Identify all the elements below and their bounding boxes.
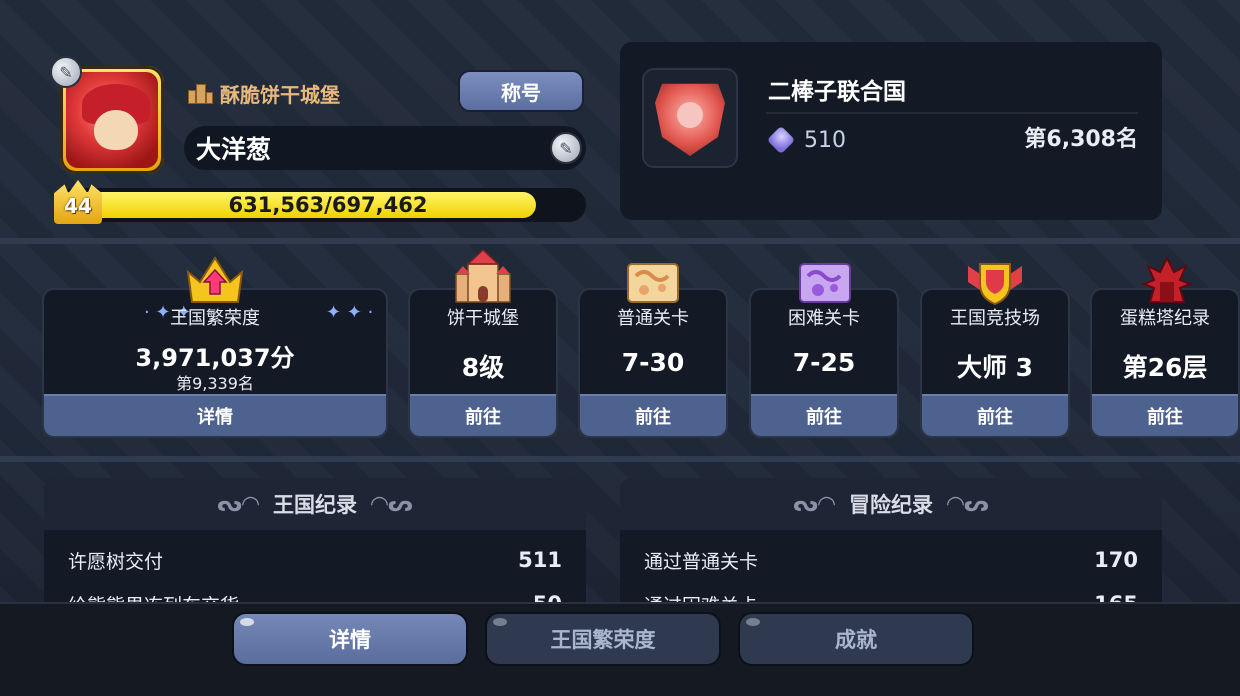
title-button[interactable]: 称号 <box>458 70 584 112</box>
goto-button[interactable]: 前往 <box>580 394 726 436</box>
guild-name: 二棒子联合国 <box>768 79 906 105</box>
goto-button[interactable]: 前往 <box>751 394 897 436</box>
xp-progress-bar: 631,563/697,462 <box>58 188 586 222</box>
goto-button[interactable]: 前往 <box>1092 394 1238 436</box>
stat-value: 大师 3 <box>956 353 1034 382</box>
swirl-right-icon: ◠ᔕ <box>947 491 989 517</box>
record-label: 通过普通关卡 <box>644 550 759 573</box>
player-name: 大洋葱 <box>196 135 272 164</box>
stat-value: 7-30 <box>621 348 685 377</box>
guild-points: 510 <box>766 124 846 156</box>
guild-gem-icon <box>766 125 796 155</box>
adventure-record-header: ᔓ◠ 冒险纪录 ◠ᔕ <box>620 478 1162 530</box>
swirl-left-icon: ᔓ◠ <box>217 491 259 517</box>
record-label: 许愿树交付 <box>68 550 164 573</box>
tab-details[interactable]: 详情 <box>232 612 468 666</box>
guild-rank: 第6,308名 <box>1024 127 1138 152</box>
guild-divider <box>766 112 1138 114</box>
castle-icon <box>452 248 514 304</box>
swirl-right-icon: ◠ᔕ <box>371 491 413 517</box>
kingdom-record-panel: ᔓ◠ 王国纪录 ◠ᔕ 许愿树交付 511 给熊熊果冻列车交货 50 <box>44 478 586 618</box>
tab-prosperity[interactable]: 王国繁荣度 <box>485 612 721 666</box>
arena-shield-icon <box>966 260 1028 316</box>
stat-value: 8级 <box>461 353 505 382</box>
stat-value: 3,971,037分 <box>135 344 295 372</box>
crown-icon <box>184 252 246 308</box>
level-number: 44 <box>64 194 92 218</box>
section-divider <box>0 456 1240 462</box>
record-row: 许愿树交付 511 <box>68 540 562 580</box>
kingdom-record-header: ᔓ◠ 王国纪录 ◠ᔕ <box>44 478 586 530</box>
guild-emblem[interactable] <box>642 68 738 168</box>
stat-value: 7-25 <box>792 348 856 377</box>
player-title-text: 酥脆饼干城堡 <box>220 82 340 107</box>
player-name-field: 大洋葱 <box>184 126 586 170</box>
map-scroll-icon <box>624 258 686 314</box>
stat-value: 第26层 <box>1122 353 1208 382</box>
stat-label: 饼干城堡 <box>447 308 519 329</box>
stat-card-castle: 饼干城堡 8级 前往 <box>408 288 558 438</box>
goto-button[interactable]: 前往 <box>410 394 556 436</box>
guild-points-value: 510 <box>804 127 846 153</box>
section-divider <box>0 238 1240 244</box>
edit-name-icon[interactable]: ✎ <box>550 132 582 164</box>
adventure-record-panel: ᔓ◠ 冒险纪录 ◠ᔕ 通过普通关卡 170 通过困难关卡 165 <box>620 478 1162 618</box>
record-value: 170 <box>1094 548 1138 572</box>
adventure-record-title: 冒险纪录 <box>849 493 933 517</box>
tab-label: 成就 <box>835 628 877 652</box>
player-title: 酥脆饼干城堡 <box>186 80 340 107</box>
tab-label: 详情 <box>329 628 371 652</box>
record-row: 通过普通关卡 170 <box>644 540 1138 580</box>
stat-card-prosperity: · ✦ ✦ ✦ ✦ · 王国繁荣度 3,971,037分 第9,339名 详情 <box>42 288 388 438</box>
swirl-left-icon: ᔓ◠ <box>793 491 835 517</box>
castle-icon <box>186 82 214 104</box>
guild-crest-icon <box>655 83 725 156</box>
avatar-portrait <box>66 72 158 168</box>
tab-achievements[interactable]: 成就 <box>738 612 974 666</box>
xp-text: 631,563/697,462 <box>228 193 428 217</box>
goto-button[interactable]: 前往 <box>922 394 1068 436</box>
details-button[interactable]: 详情 <box>44 394 386 436</box>
stat-rank: 第9,339名 <box>176 374 254 393</box>
hard-map-scroll-icon <box>796 258 858 314</box>
tab-label: 王国繁荣度 <box>550 628 656 652</box>
level-badge: 44 <box>54 180 102 224</box>
cake-tower-icon <box>1140 255 1202 312</box>
record-value: 511 <box>518 548 562 572</box>
kingdom-record-title: 王国纪录 <box>273 493 357 517</box>
edit-avatar-icon[interactable]: ✎ <box>50 56 82 88</box>
